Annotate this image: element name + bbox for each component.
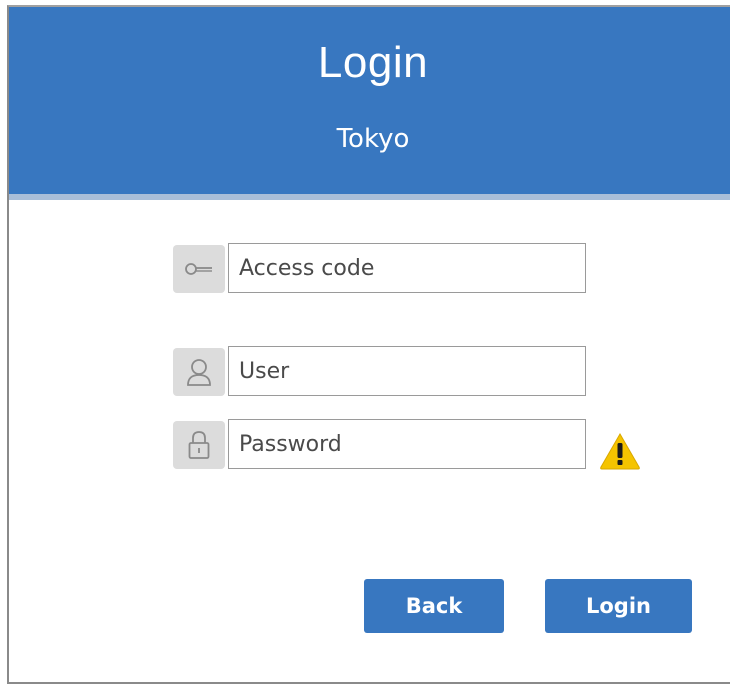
warning-icon xyxy=(598,431,642,471)
user-input[interactable] xyxy=(228,346,586,396)
location-subtitle: Tokyo xyxy=(336,124,410,154)
login-button[interactable]: Login xyxy=(545,579,692,633)
key-icon xyxy=(173,245,225,293)
login-window: Login Tokyo Access code User Back Login xyxy=(7,5,730,684)
lock-icon xyxy=(173,421,225,469)
password-input[interactable] xyxy=(228,419,586,469)
access-code-input[interactable] xyxy=(228,243,586,293)
back-button[interactable]: Back xyxy=(364,579,504,633)
page-title: Login xyxy=(317,38,429,87)
login-header: Login Tokyo xyxy=(9,7,730,200)
user-icon xyxy=(173,348,225,396)
